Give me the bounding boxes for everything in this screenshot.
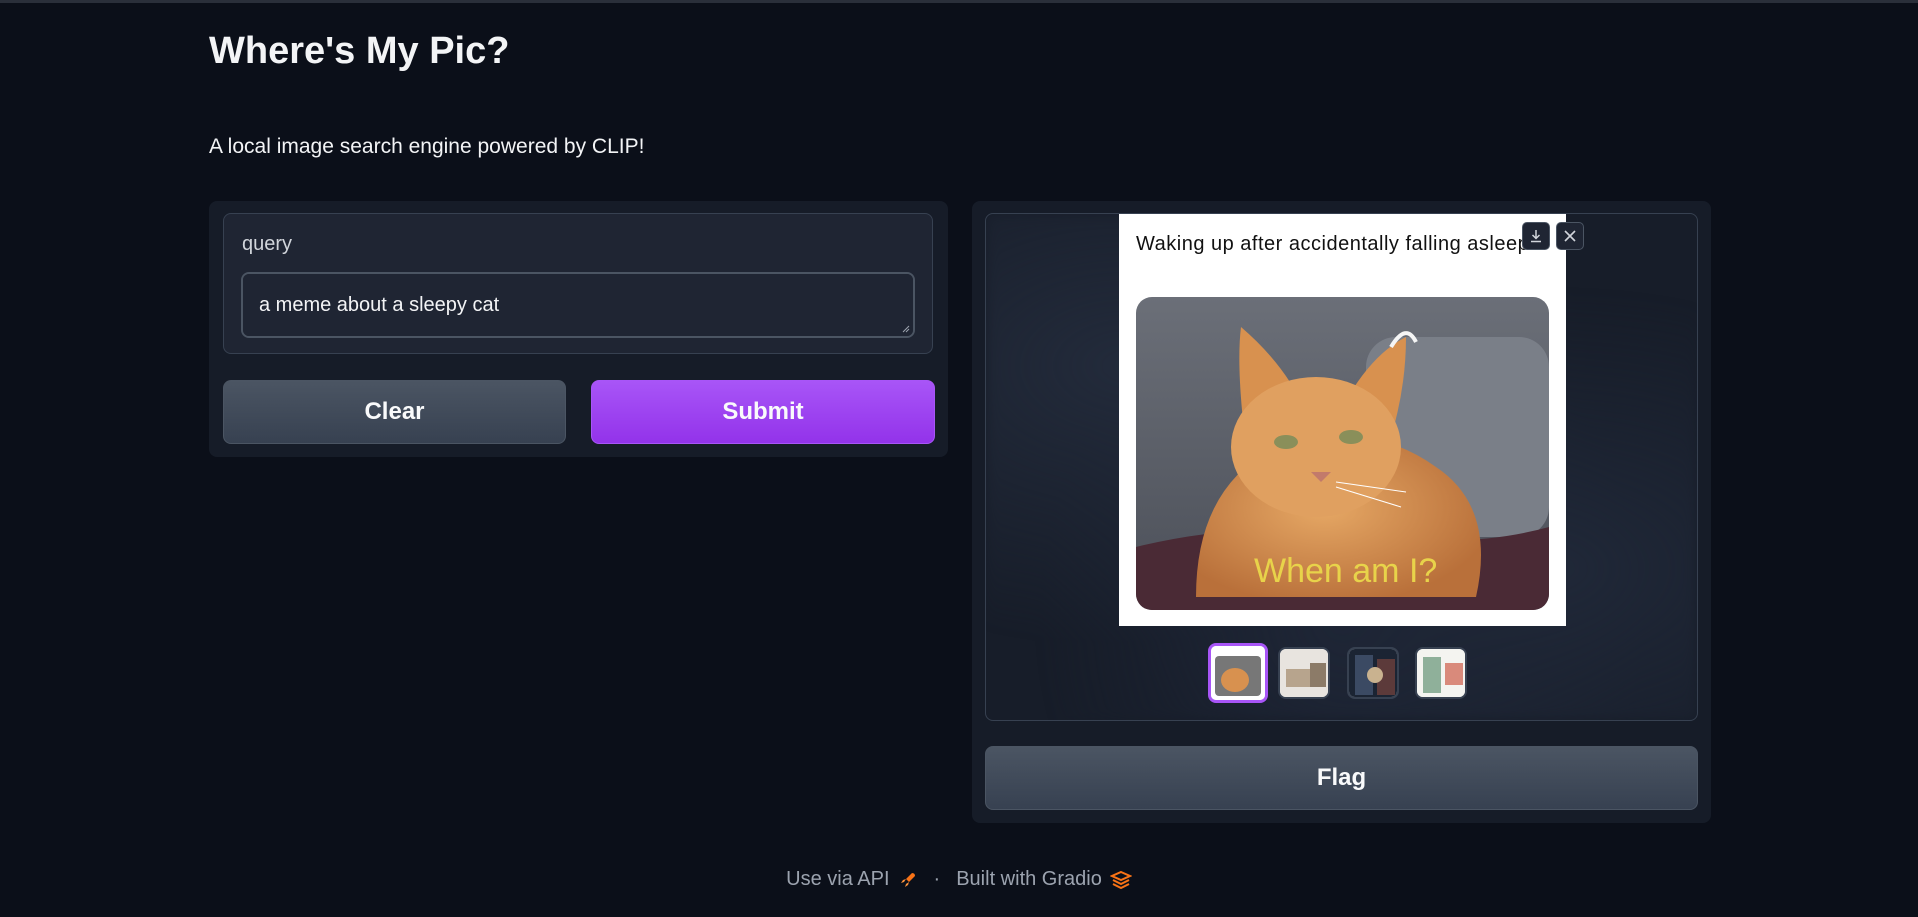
page-title: Where's My Pic? [209,30,510,72]
download-button[interactable] [1522,222,1550,250]
meme-caption: Waking up after accidentally falling asl… [1136,233,1530,255]
built-with-gradio-link[interactable]: Built with Gradio [956,868,1102,891]
flag-button[interactable]: Flag [985,746,1698,810]
query-input[interactable] [241,272,915,338]
page-description: A local image search engine powered by C… [209,135,645,158]
thumbnail-2[interactable] [1278,647,1330,699]
thumbnail-3[interactable] [1347,647,1399,699]
close-button[interactable] [1556,222,1584,250]
thumbnail-1[interactable] [1208,643,1268,703]
meme-overlay-text: When am I? [1254,552,1437,590]
use-via-api-link[interactable]: Use via API [786,868,889,891]
cat-image: When am I? [1136,297,1549,610]
close-icon [1564,230,1576,242]
selected-image[interactable]: Waking up after accidentally falling asl… [1119,214,1566,626]
clear-button[interactable]: Clear [223,380,566,444]
submit-button[interactable]: Submit [591,380,935,444]
top-border [0,0,1918,3]
gradio-logo-icon [1109,870,1132,889]
resize-grip-icon[interactable] [902,325,910,333]
query-block: query [223,213,933,354]
cat-photo: When am I? [1136,297,1549,610]
download-icon [1531,230,1541,243]
image-gallery: Waking up after accidentally falling asl… [985,213,1698,721]
thumbnail-4[interactable] [1415,647,1467,699]
footer: Use via API · Built with Gradio [0,868,1918,891]
query-label: query [242,233,293,255]
thumbnail-strip [986,643,1697,707]
footer-separator: · [933,868,941,890]
rocket-icon [900,872,915,887]
